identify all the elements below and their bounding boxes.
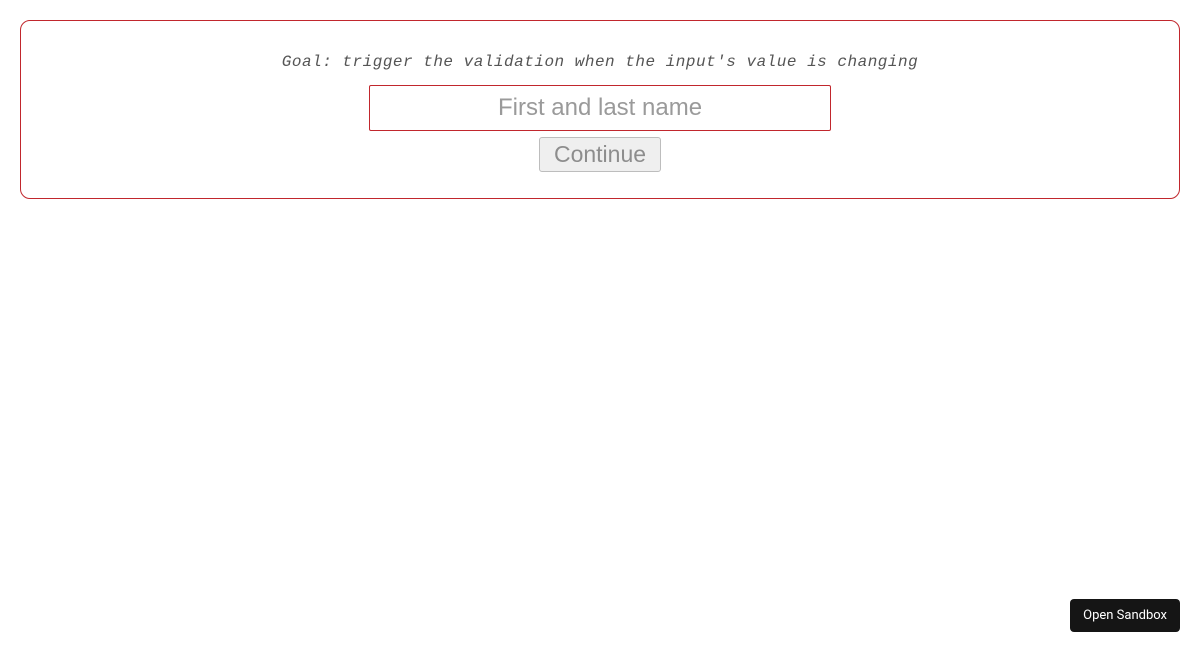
open-sandbox-button[interactable]: Open Sandbox (1070, 599, 1180, 632)
validation-form-card: Goal: trigger the validation when the in… (20, 20, 1180, 199)
name-input[interactable] (369, 85, 831, 131)
continue-button[interactable]: Continue (539, 137, 661, 172)
goal-description: Goal: trigger the validation when the in… (282, 53, 918, 71)
